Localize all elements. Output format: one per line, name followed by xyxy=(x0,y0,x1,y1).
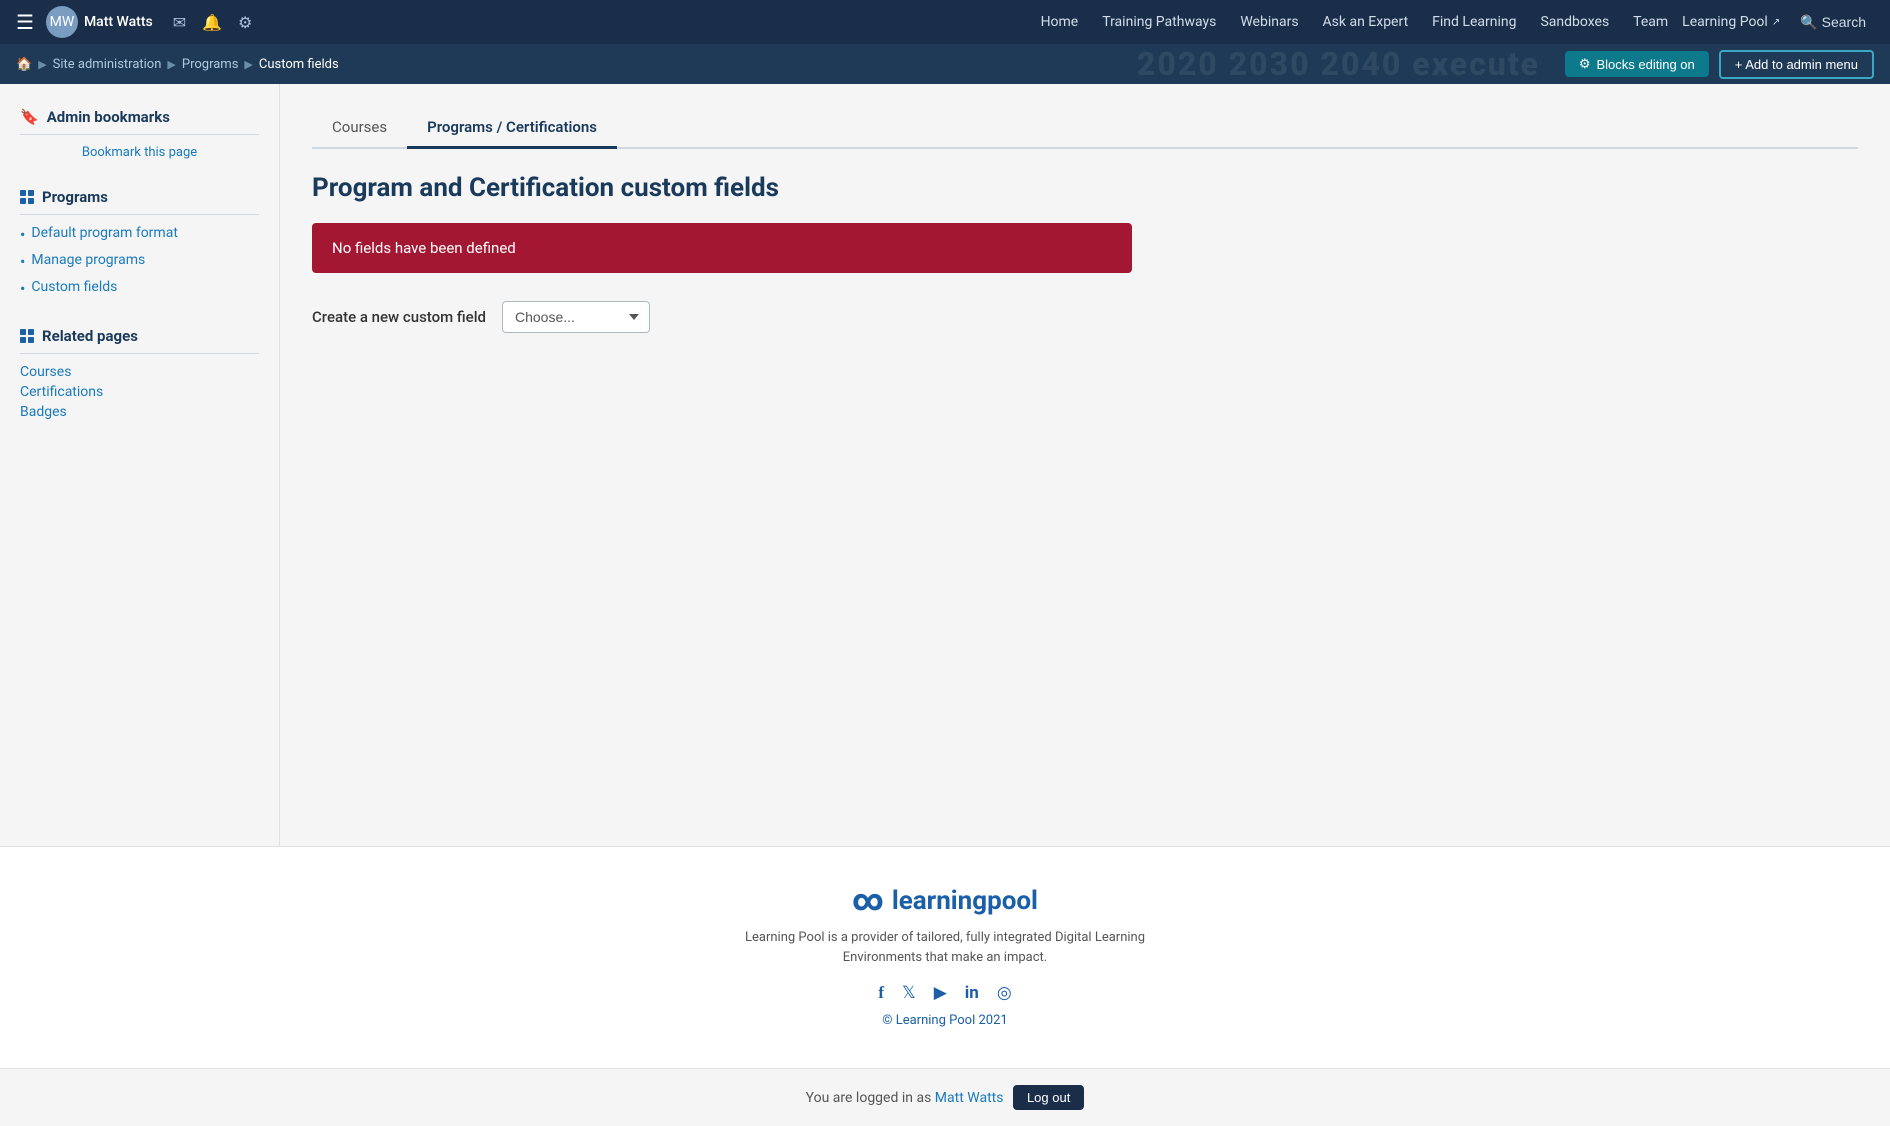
watermark-text: 2020 2030 2040 execute xyxy=(1137,45,1540,83)
list-item: Badges xyxy=(20,404,259,420)
mail-icon[interactable]: ✉ xyxy=(173,13,186,32)
facebook-icon[interactable]: f xyxy=(878,983,884,1003)
gear-icon[interactable]: ⚙ xyxy=(238,13,252,32)
login-bar: You are logged in as Matt Watts Log out xyxy=(0,1068,1890,1126)
nav-home[interactable]: Home xyxy=(1031,14,1089,30)
sidebar-related-pages: Related pages Courses Certifications Bad… xyxy=(20,327,259,420)
main-content: Courses Programs / Certifications Progra… xyxy=(280,84,1890,846)
linkedin-icon[interactable]: in xyxy=(965,983,979,1003)
breadcrumb-bar: 🏠 ▶ Site administration ▶ Programs ▶ Cus… xyxy=(0,44,1890,84)
main-layout: 🔖 Admin bookmarks Bookmark this page Pro… xyxy=(0,84,1890,846)
admin-bookmarks-title: 🔖 Admin bookmarks xyxy=(20,108,259,135)
breadcrumb: 🏠 ▶ Site administration ▶ Programs ▶ Cus… xyxy=(16,57,339,72)
nav-icon-group: ✉ 🔔 ⚙ xyxy=(173,13,253,32)
related-pages-title: Related pages xyxy=(20,327,259,354)
breadcrumb-site-admin[interactable]: Site administration xyxy=(53,57,162,72)
blocks-editing-button[interactable]: ⚙ Blocks editing on xyxy=(1565,51,1709,77)
nav-webinars[interactable]: Webinars xyxy=(1230,14,1308,30)
programs-title: Programs xyxy=(20,188,259,215)
breadcrumb-sep-1: ▶ xyxy=(38,58,46,71)
breadcrumb-home[interactable]: 🏠 xyxy=(16,57,32,72)
user-menu[interactable]: MW Matt Watts xyxy=(46,6,153,38)
breadcrumb-sep-2: ▶ xyxy=(167,58,175,71)
list-item: Custom fields xyxy=(20,279,259,300)
tab-courses[interactable]: Courses xyxy=(312,108,407,149)
add-to-admin-menu-button[interactable]: + Add to admin menu xyxy=(1719,50,1874,79)
manage-programs-link[interactable]: Manage programs xyxy=(31,252,145,268)
default-program-format-link[interactable]: Default program format xyxy=(31,225,178,241)
no-fields-alert: No fields have been defined xyxy=(312,223,1132,273)
logged-in-username[interactable]: Matt Watts xyxy=(935,1090,1004,1106)
bookmark-icon: 🔖 xyxy=(20,108,39,126)
twitter-icon[interactable]: 𝕏 xyxy=(902,983,916,1003)
badges-related-link[interactable]: Badges xyxy=(20,404,67,420)
related-pages-list: Courses Certifications Badges xyxy=(20,364,259,420)
instagram-icon[interactable]: ◎ xyxy=(997,983,1012,1003)
create-field-label: Create a new custom field xyxy=(312,308,486,326)
youtube-icon[interactable]: ▶ xyxy=(934,983,947,1003)
tab-bar: Courses Programs / Certifications xyxy=(312,108,1858,149)
sidebar-admin-bookmarks: 🔖 Admin bookmarks Bookmark this page xyxy=(20,108,259,160)
tab-programs-certifications[interactable]: Programs / Certifications xyxy=(407,108,617,149)
nav-links: Home Training Pathways Webinars Ask an E… xyxy=(1031,14,1781,30)
sidebar: 🔖 Admin bookmarks Bookmark this page Pro… xyxy=(0,84,280,846)
bell-icon[interactable]: 🔔 xyxy=(202,13,222,32)
logout-button[interactable]: Log out xyxy=(1013,1085,1084,1110)
avatar: MW xyxy=(46,6,78,38)
search-icon: 🔍 xyxy=(1800,14,1817,31)
bookmark-this-page[interactable]: Bookmark this page xyxy=(20,145,259,160)
footer-social: f 𝕏 ▶ in ◎ xyxy=(0,983,1890,1003)
footer-tagline: Learning Pool is a provider of tailored,… xyxy=(745,928,1145,967)
nav-ask-expert[interactable]: Ask an Expert xyxy=(1313,14,1419,30)
username-label: Matt Watts xyxy=(84,14,153,30)
custom-field-type-select[interactable]: Choose... Checkbox Date/time File Menu o… xyxy=(502,301,650,333)
footer-logo-text: learningpool xyxy=(892,886,1038,916)
breadcrumb-sep-3: ▶ xyxy=(244,58,252,71)
hamburger-menu[interactable]: ☰ xyxy=(16,10,34,34)
list-item: Default program format xyxy=(20,225,259,246)
courses-related-link[interactable]: Courses xyxy=(20,364,71,380)
list-item: Courses xyxy=(20,364,259,380)
footer: ∞ learningpool Learning Pool is a provid… xyxy=(0,846,1890,1068)
breadcrumb-actions: ⚙ Blocks editing on + Add to admin menu xyxy=(1565,50,1874,79)
list-item: Certifications xyxy=(20,384,259,400)
breadcrumb-current: Custom fields xyxy=(259,57,339,72)
logged-in-text: You are logged in as xyxy=(806,1090,932,1106)
sidebar-programs: Programs Default program format Manage p… xyxy=(20,188,259,299)
nav-learning-pool[interactable]: Learning Pool ↗ xyxy=(1682,14,1780,30)
grid-icon-related xyxy=(20,329,34,343)
breadcrumb-programs[interactable]: Programs xyxy=(182,57,239,72)
custom-fields-link[interactable]: Custom fields xyxy=(31,279,117,295)
programs-list: Default program format Manage programs C… xyxy=(20,225,259,299)
page-title: Program and Certification custom fields xyxy=(312,173,1858,203)
create-custom-field-row: Create a new custom field Choose... Chec… xyxy=(312,301,1858,333)
nav-sandboxes[interactable]: Sandboxes xyxy=(1530,14,1619,30)
certifications-related-link[interactable]: Certifications xyxy=(20,384,103,400)
nav-find-learning[interactable]: Find Learning xyxy=(1422,14,1526,30)
footer-logo: ∞ learningpool xyxy=(0,883,1890,918)
top-navigation: ☰ MW Matt Watts ✉ 🔔 ⚙ Home Training Path… xyxy=(0,0,1890,44)
grid-icon xyxy=(20,190,34,204)
learningpool-logo-icon: ∞ xyxy=(852,883,884,918)
gear-small-icon: ⚙ xyxy=(1579,56,1591,72)
list-item: Manage programs xyxy=(20,252,259,273)
nav-training-pathways[interactable]: Training Pathways xyxy=(1092,14,1226,30)
search-button[interactable]: 🔍 Search xyxy=(1792,10,1874,35)
nav-team[interactable]: Team xyxy=(1623,14,1678,30)
